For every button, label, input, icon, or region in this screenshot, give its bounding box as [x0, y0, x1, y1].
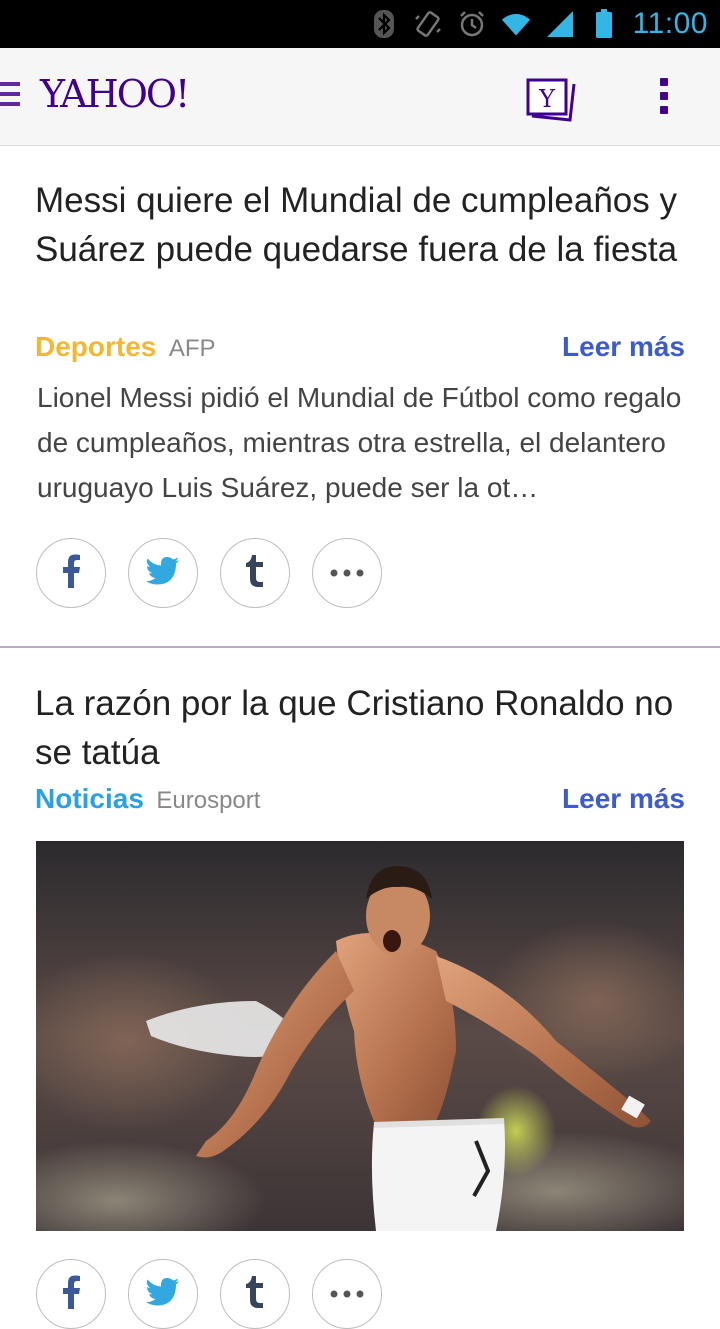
status-clock: 11:00 — [632, 7, 708, 40]
yahoo-news-digest-icon[interactable]: Y — [526, 76, 576, 122]
twitter-icon — [146, 556, 180, 590]
more-icon — [330, 564, 364, 582]
more-icon — [330, 1285, 364, 1303]
facebook-share-button[interactable] — [36, 538, 106, 608]
bluetooth-icon — [369, 9, 399, 39]
twitter-share-button[interactable] — [128, 1259, 198, 1329]
more-share-button[interactable] — [312, 1259, 382, 1329]
news-card-1[interactable]: Messi quiere el Mundial de cumpleaños y … — [0, 146, 720, 648]
tumblr-icon — [245, 1275, 265, 1313]
battery-icon — [589, 9, 619, 39]
tumblr-share-button[interactable] — [220, 1259, 290, 1329]
category-label[interactable]: Deportes — [35, 331, 156, 362]
status-icons: 11:00 — [369, 0, 708, 48]
wifi-icon — [501, 9, 531, 39]
share-row — [36, 538, 382, 608]
read-more-link[interactable]: Leer más — [562, 783, 685, 815]
news-card-2[interactable]: La razón por la que Cristiano Ronaldo no… — [0, 648, 720, 1329]
story-photo[interactable] — [36, 841, 684, 1231]
yahoo-logo[interactable]: YAHOO! — [40, 72, 190, 116]
menu-icon[interactable] — [0, 82, 22, 112]
story-meta: Noticias Eurosport Leer más — [35, 783, 685, 823]
twitter-share-button[interactable] — [128, 538, 198, 608]
facebook-icon — [61, 554, 81, 593]
facebook-icon — [61, 1275, 81, 1314]
alarm-icon — [457, 9, 487, 39]
svg-text:Y: Y — [538, 85, 556, 113]
story-title[interactable]: Messi quiere el Mundial de cumpleaños y … — [35, 176, 685, 274]
status-bar: 11:00 — [0, 0, 720, 48]
vibrate-icon — [413, 9, 443, 39]
read-more-link[interactable]: Leer más — [562, 331, 685, 363]
story-meta: Deportes AFP Leer más — [35, 331, 685, 371]
story-title[interactable]: La razón por la que Cristiano Ronaldo no… — [35, 679, 685, 777]
signal-icon — [545, 9, 575, 39]
share-row — [36, 1259, 382, 1329]
category-label[interactable]: Noticias — [35, 783, 144, 814]
source-label: Eurosport — [156, 787, 261, 814]
tumblr-share-button[interactable] — [220, 538, 290, 608]
tumblr-icon — [245, 554, 265, 592]
app-bar: YAHOO! Y — [0, 48, 720, 146]
story-summary: Lionel Messi pidió el Mundial de Fútbol … — [37, 382, 682, 503]
more-share-button[interactable] — [312, 538, 382, 608]
overflow-menu-icon[interactable] — [654, 78, 674, 118]
source-label: AFP — [168, 335, 216, 362]
facebook-share-button[interactable] — [36, 1259, 106, 1329]
twitter-icon — [146, 1277, 180, 1311]
